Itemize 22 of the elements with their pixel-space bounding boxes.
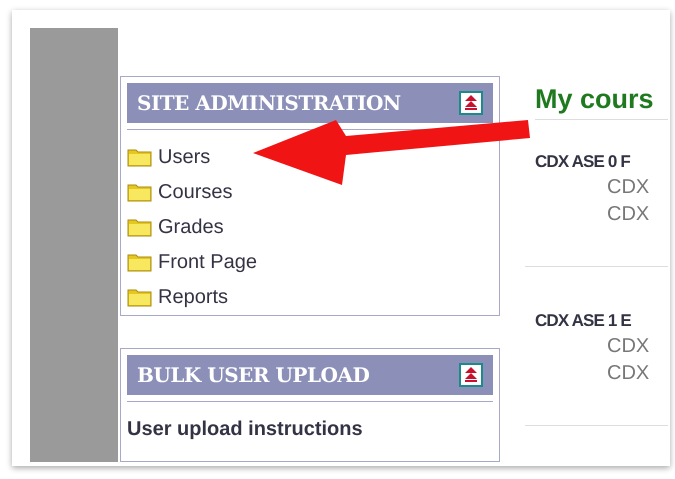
link[interactable]: User upload instructions (127, 414, 363, 444)
course-name[interactable]: CDX ASE 1 E (535, 309, 668, 333)
folder-icon (127, 286, 152, 306)
collapse-icon[interactable] (459, 363, 483, 387)
course-detail: CDX (606, 202, 650, 227)
folder-icon (127, 216, 152, 236)
folder-link[interactable]: Grades (158, 212, 224, 242)
folder-link[interactable]: Courses (158, 176, 232, 206)
block-title: SITE ADMINISTRATION (137, 90, 401, 117)
course-detail: CDX (606, 361, 650, 386)
folder-link[interactable]: Users (158, 142, 210, 172)
folder-link[interactable]: Front Page (158, 246, 257, 276)
block-title: BULK USER UPLOAD (137, 362, 370, 389)
page-heading: My cours (535, 86, 655, 113)
folder-icon (127, 182, 152, 202)
course-detail: CDX (606, 175, 650, 200)
folder-icon (127, 146, 152, 166)
folder-link[interactable]: Reports (158, 282, 228, 312)
course-detail: CDX (606, 334, 650, 359)
course-name[interactable]: CDX ASE 0 F (535, 150, 668, 174)
collapse-icon[interactable] (459, 91, 483, 115)
folder-icon (127, 252, 152, 272)
